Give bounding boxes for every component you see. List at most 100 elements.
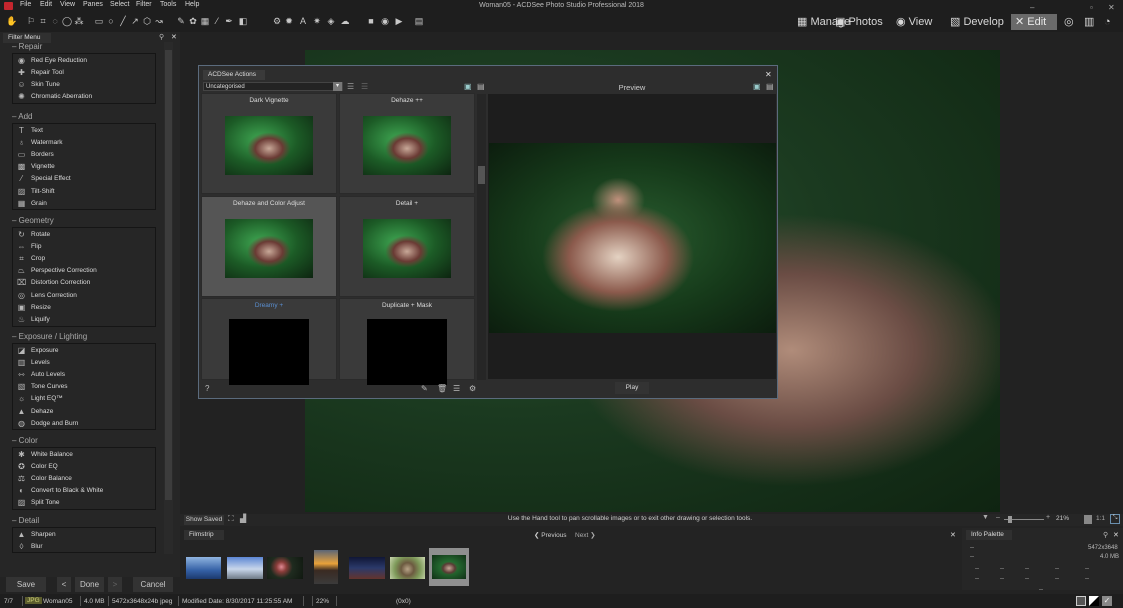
dashboard-icon[interactable]: ▥ xyxy=(1080,14,1098,30)
close-window-button[interactable]: ✕ xyxy=(1108,3,1115,12)
done-button[interactable]: Done xyxy=(75,577,104,592)
zoom-slider-handle[interactable] xyxy=(1008,516,1012,523)
transform-tool-icon[interactable]: ⌗ xyxy=(38,16,48,26)
filmstrip-tab[interactable]: Filmstrip xyxy=(184,530,224,540)
thumbnail-view-icon[interactable]: ▣ xyxy=(464,82,472,91)
category-select[interactable]: Uncategorised xyxy=(203,82,343,91)
minimize-button[interactable]: – xyxy=(1030,3,1034,12)
remove-category-icon[interactable]: ☰ xyxy=(361,82,368,91)
filmstrip-thumb[interactable] xyxy=(349,557,385,579)
search-actions-icon[interactable]: ☰ xyxy=(453,384,460,393)
filter-item-lens-correction[interactable]: ◎ Lens Correction xyxy=(13,289,155,301)
mode-develop[interactable]: ▧ Develop xyxy=(946,14,1008,30)
save-button[interactable]: Save xyxy=(6,577,46,592)
restore-button[interactable]: ▫ xyxy=(1090,3,1093,12)
filter-item-crop[interactable]: ⌗ Crop xyxy=(13,252,155,264)
close-dialog-button[interactable]: ✕ xyxy=(765,70,772,79)
filter-item-exposure[interactable]: ◪ Exposure xyxy=(13,344,155,356)
settings-icon[interactable]: ⚙ xyxy=(469,384,476,393)
action-item-selected[interactable]: Dehaze and Color Adjust xyxy=(201,196,337,297)
histogram-small-icon[interactable]: ▟ xyxy=(240,514,246,523)
filter-item-distortion-correction[interactable]: ⌧ Distortion Correction xyxy=(13,277,155,289)
filter-item-levels[interactable]: ▥ Levels xyxy=(13,356,155,368)
action-item[interactable]: Dreamy + xyxy=(201,298,337,385)
360-icon[interactable]: ◎ xyxy=(1060,14,1078,30)
add-category-icon[interactable]: ☰ xyxy=(347,82,354,91)
check-icon[interactable]: ✓ xyxy=(1102,596,1112,606)
next-button[interactable]: Next ❯ xyxy=(575,531,596,539)
section-header-color[interactable]: – Color xyxy=(12,436,38,445)
show-saved-button[interactable]: Show Saved xyxy=(184,515,224,525)
preview-list-icon[interactable]: ▤ xyxy=(766,82,774,91)
filter-item-dodge-and-burn[interactable]: ◍ Dodge and Burn xyxy=(13,417,155,429)
filter-item-color-eq[interactable]: ✪ Color EQ xyxy=(13,460,155,472)
filter-item-resize[interactable]: ▣ Resize xyxy=(13,301,155,313)
help-icon[interactable]: ? xyxy=(205,384,209,393)
filter-item-dehaze[interactable]: ▲ Dehaze xyxy=(13,405,155,417)
filmstrip-thumb[interactable] xyxy=(227,557,263,579)
action-item[interactable]: Dehaze ++ xyxy=(339,93,475,194)
close-filmstrip-icon[interactable]: ✕ xyxy=(950,531,956,539)
fit-window-button[interactable]: ⤡ xyxy=(1110,514,1120,524)
mode-photos[interactable]: ▣ Photos xyxy=(831,14,887,30)
histogram-icon[interactable]: ▤ xyxy=(414,16,424,26)
edit-action-icon[interactable]: ✎ xyxy=(421,384,428,393)
filter-item-special-effect[interactable]: ⁄ Special Effect xyxy=(13,173,155,185)
zoom-dropdown-icon[interactable]: ▼ xyxy=(982,514,989,521)
stop-icon[interactable]: ■ xyxy=(366,16,376,26)
filter-item-white-balance[interactable]: ✱ White Balance xyxy=(13,448,155,460)
actual-size-button[interactable]: 1:1 xyxy=(1096,515,1105,522)
section-header-geometry[interactable]: – Geometry xyxy=(12,216,54,225)
filmstrip-thumb[interactable] xyxy=(390,557,425,579)
mode-edit[interactable]: ✕ Edit xyxy=(1011,14,1057,30)
filter-item-sharpen[interactable]: ▲ Sharpen xyxy=(13,528,155,540)
healing-icon[interactable]: ✿ xyxy=(188,16,198,26)
next-image-button[interactable]: > xyxy=(108,577,122,592)
gradient-icon[interactable]: ▦ xyxy=(200,16,210,26)
previous-button[interactable]: ❮ Previous xyxy=(534,531,567,539)
chevron-down-icon[interactable]: ▾ xyxy=(333,82,342,91)
zoom-out-icon[interactable]: – xyxy=(996,514,1000,521)
filter-item-watermark[interactable]: ♁ Watermark xyxy=(13,136,155,148)
section-header-add[interactable]: – Add xyxy=(12,112,32,121)
filmstrip-thumb[interactable] xyxy=(267,557,303,579)
filter-item-split-tone[interactable]: ▨ Split Tone xyxy=(13,497,155,509)
bw-toggle-icon[interactable] xyxy=(1089,596,1099,606)
action-item[interactable]: Dark Vignette xyxy=(201,93,337,194)
filter-item-chromatic-aberration[interactable]: ✺ Chromatic Aberration xyxy=(13,91,155,103)
close-info-icon[interactable]: ✕ xyxy=(1113,531,1119,539)
magic-wand-icon[interactable]: ⁂ xyxy=(74,16,84,26)
eye-action-icon[interactable]: ◔ xyxy=(1100,14,1115,30)
record-icon[interactable]: ◉ xyxy=(380,16,390,26)
zoom-settings-icon[interactable]: ⚙ xyxy=(272,16,282,26)
filter-item-vignette[interactable]: ▩ Vignette xyxy=(13,161,155,173)
filmstrip-thumb[interactable] xyxy=(186,557,221,579)
filter-item-red-eye-reduction[interactable]: ◉ Red Eye Reduction xyxy=(13,54,155,66)
polygon-icon[interactable]: ⬡ xyxy=(142,16,152,26)
actions-tab[interactable]: ACDSee Actions xyxy=(203,70,265,80)
selection-mode-icon[interactable] xyxy=(1076,596,1086,606)
curve-icon[interactable]: ↝ xyxy=(154,16,164,26)
filter-item-borders[interactable]: ▭ Borders xyxy=(13,148,155,160)
filter-item-tilt-shift[interactable]: ▨ Tilt-Shift xyxy=(13,185,155,197)
circle-shape-icon[interactable]: ○ xyxy=(106,16,116,26)
line-icon[interactable]: ╱ xyxy=(118,16,128,26)
fill-icon[interactable]: ◈ xyxy=(326,16,336,26)
gear-icon[interactable]: ✹ xyxy=(284,16,294,26)
action-item[interactable]: Detail + xyxy=(339,196,475,297)
filter-menu-scroll-thumb[interactable] xyxy=(165,50,172,500)
zoom-options-button[interactable] xyxy=(1084,515,1092,524)
text-tool-icon[interactable]: A xyxy=(298,16,308,26)
pin-icon[interactable]: ⚲ xyxy=(159,33,164,41)
filter-item-skin-tune[interactable]: ☺ Skin Tune xyxy=(13,78,155,90)
filter-item-color-balance[interactable]: ⚖ Color Balance xyxy=(13,472,155,484)
filter-item-repair-tool[interactable]: ✚ Repair Tool xyxy=(13,66,155,78)
brush-icon[interactable]: ✎ xyxy=(176,16,186,26)
color-swatch-icon[interactable]: ◧ xyxy=(238,16,248,26)
filter-item-tone-curves[interactable]: ▧ Tone Curves xyxy=(13,381,155,393)
filter-item-convert-to-black-white[interactable]: ◐ Convert to Black & White xyxy=(13,485,155,497)
delete-icon[interactable]: 🗑 xyxy=(437,384,447,393)
section-header-detail[interactable]: – Detail xyxy=(12,516,39,525)
play-button[interactable]: Play xyxy=(615,382,649,394)
cloud-icon[interactable]: ☁ xyxy=(340,16,350,26)
